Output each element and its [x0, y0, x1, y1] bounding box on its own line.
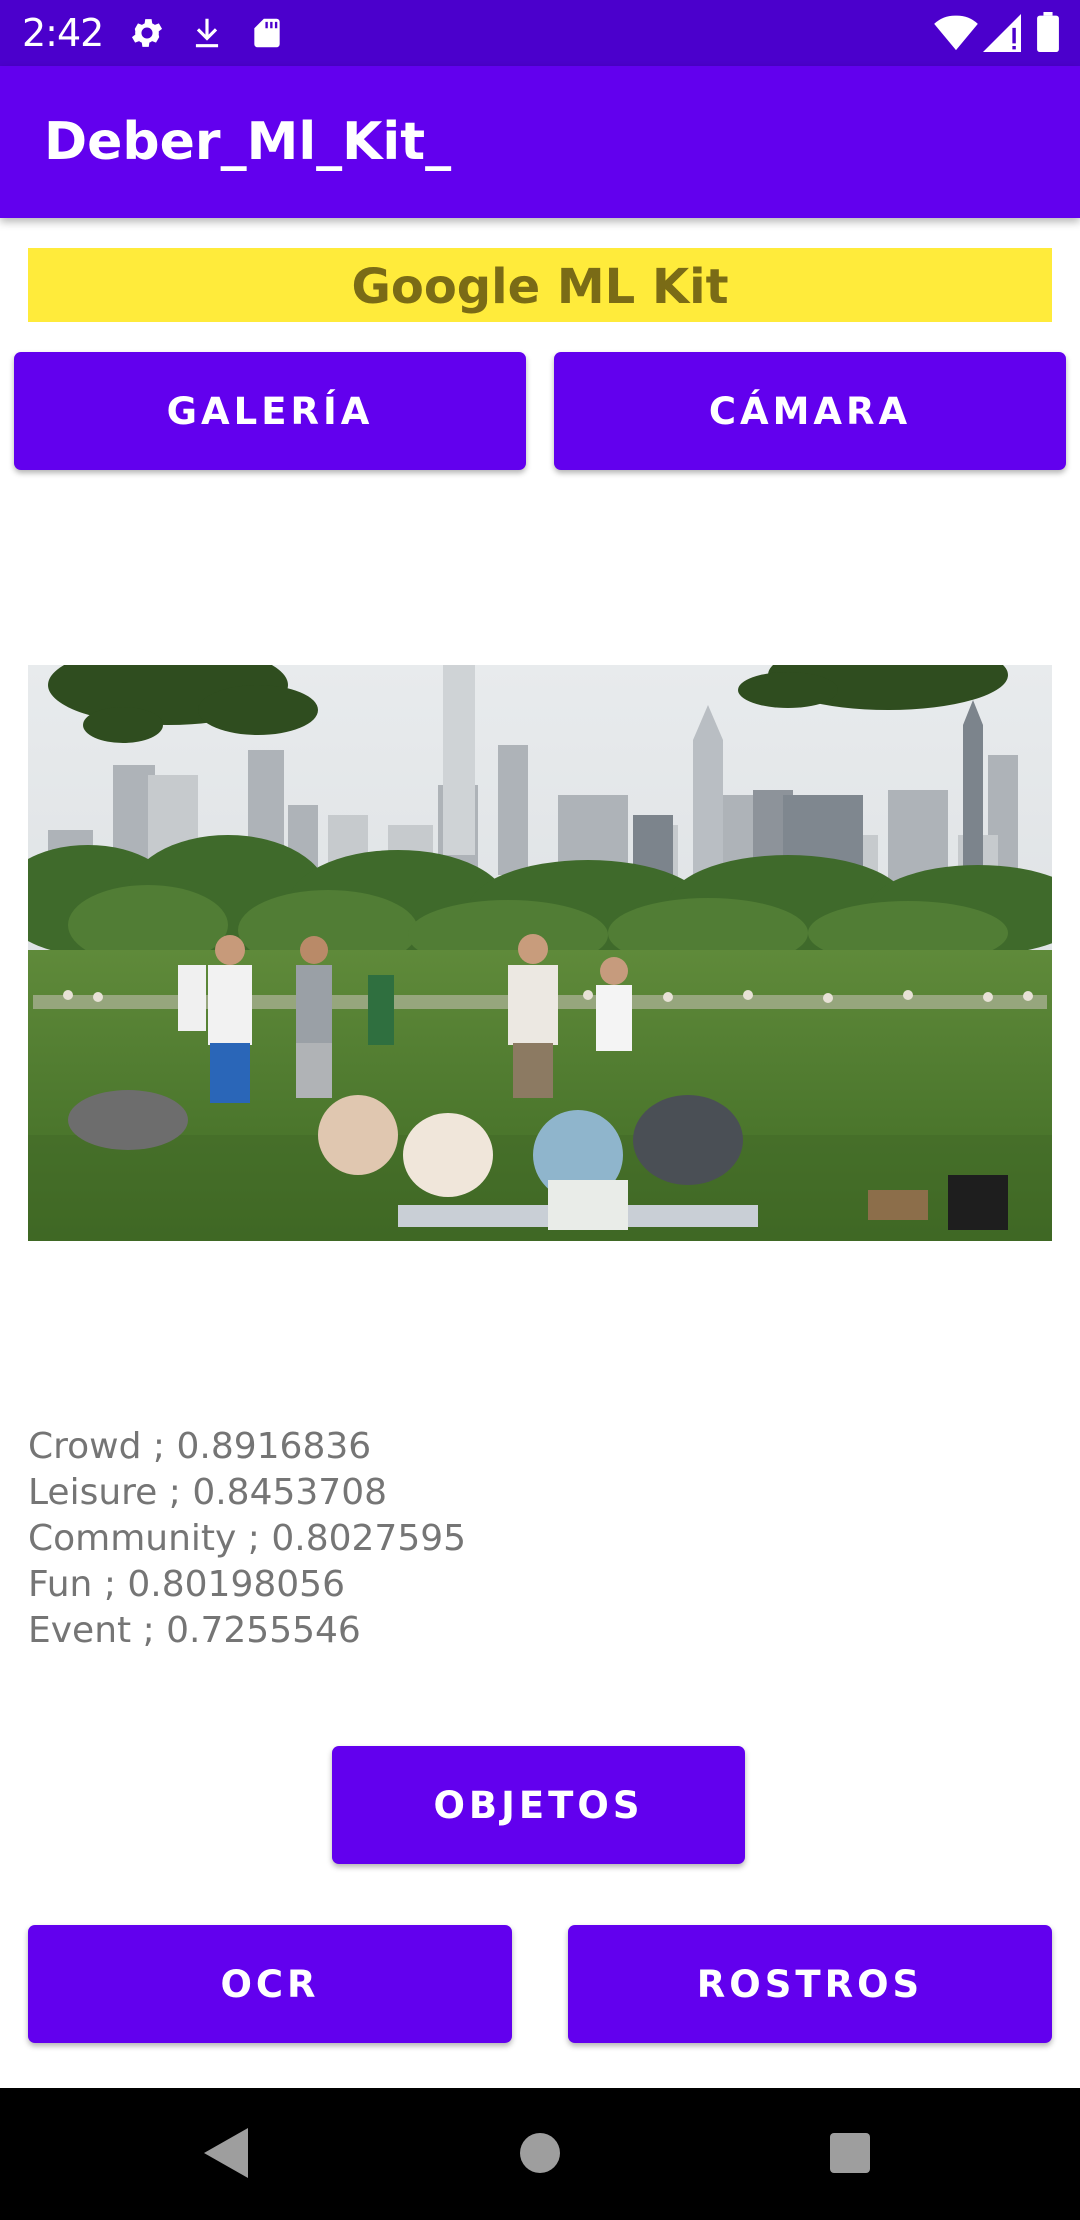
banner-text: Google ML Kit: [351, 259, 729, 315]
download-icon: [188, 14, 226, 57]
status-time: 2:42: [22, 11, 104, 55]
navigation-bar: [0, 2088, 1080, 2220]
result-line: Crowd ; 0.8916836: [28, 1426, 372, 1467]
result-line: Event ; 0.7255546: [28, 1610, 361, 1651]
label-results: Crowd ; 0.8916836 Leisure ; 0.8453708 Co…: [28, 1424, 828, 1654]
park-skyline-photo: [28, 665, 1052, 1241]
wifi-icon: [934, 12, 978, 57]
gallery-button-label: GALERÍA: [166, 389, 374, 433]
recents-icon[interactable]: [828, 2128, 872, 2183]
selected-image: [28, 665, 1052, 1241]
signal-icon: [982, 14, 1022, 57]
objects-button-label: OBJETOS: [433, 1783, 644, 1827]
gear-icon: [128, 14, 166, 57]
camera-button[interactable]: CÁMARA: [554, 352, 1066, 470]
status-bar: 2:42: [0, 0, 1080, 66]
camera-button-label: CÁMARA: [708, 389, 912, 433]
result-line: Community ; 0.8027595: [28, 1518, 467, 1559]
sd-card-icon: [248, 14, 286, 57]
app-bar: Deber_Ml_Kit_: [0, 66, 1080, 218]
back-icon[interactable]: [204, 2128, 248, 2183]
battery-icon: [1036, 12, 1060, 57]
home-icon[interactable]: [518, 2128, 562, 2183]
faces-button[interactable]: ROSTROS: [568, 1925, 1052, 2043]
gallery-button[interactable]: GALERÍA: [14, 352, 526, 470]
title-banner: Google ML Kit: [28, 248, 1052, 322]
result-line: Leisure ; 0.8453708: [28, 1472, 387, 1513]
result-line: Fun ; 0.80198056: [28, 1564, 345, 1605]
ocr-button-label: OCR: [220, 1962, 320, 2006]
ocr-button[interactable]: OCR: [28, 1925, 512, 2043]
objects-button[interactable]: OBJETOS: [332, 1746, 745, 1864]
faces-button-label: ROSTROS: [696, 1962, 924, 2006]
app-title: Deber_Ml_Kit_: [44, 112, 452, 172]
